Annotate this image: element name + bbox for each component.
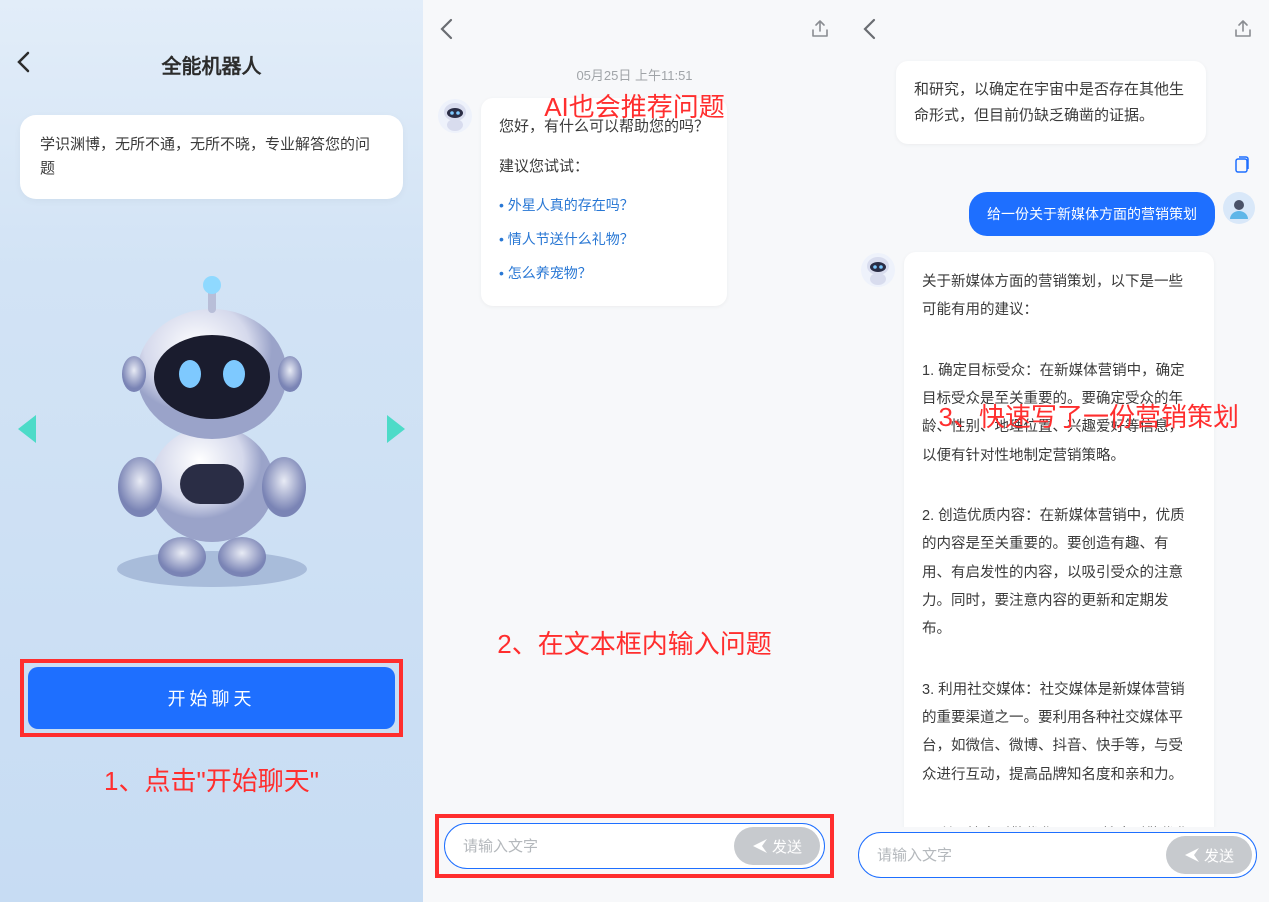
- robot-carousel: [0, 239, 423, 619]
- carousel-next[interactable]: [387, 415, 405, 443]
- suggestion-link[interactable]: 外星人真的存在吗？: [499, 189, 709, 223]
- start-button-highlight: 开始聊天: [20, 659, 403, 737]
- reply-item: 3. 利用社交媒体：社交媒体是新媒体营销的重要渠道之一。要利用各种社交媒体平台，…: [922, 676, 1196, 789]
- suggestion-link[interactable]: 情人节送什么礼物？: [499, 223, 709, 257]
- send-icon: [752, 838, 768, 854]
- intro-bubble: 学识渊博，无所不通，无所不晓，专业解答您的问题: [20, 115, 403, 199]
- back-button[interactable]: [862, 18, 876, 45]
- annotation-suggestions: AI也会推荐问题: [423, 75, 846, 136]
- send-button[interactable]: 发送: [734, 827, 820, 865]
- bot-bubble: 和研究，以确定在宇宙中是否存在其他生命形式，但目前仍缺乏确凿的证据。: [896, 61, 1206, 144]
- input-wrap: 发送: [858, 832, 1257, 878]
- message-input[interactable]: [463, 838, 734, 855]
- robot-image: [82, 269, 342, 589]
- chat-conversation-panel: 和研究，以确定在宇宙中是否存在其他生命形式，但目前仍缺乏确凿的证据。 给一份关于…: [846, 0, 1269, 902]
- bot-message-row: 关于新媒体方面的营销策划，以下是一些可能有用的建议： 1. 确定目标受众：在新媒…: [846, 246, 1269, 827]
- suggest-title: 建议您试试：: [499, 154, 709, 180]
- user-avatar-icon: [1223, 192, 1255, 224]
- send-icon: [1184, 847, 1200, 863]
- annotation-step3: 3、快速写了一份营销策划: [919, 385, 1259, 446]
- bot-avatar-icon: [860, 252, 896, 288]
- message-input[interactable]: [877, 847, 1166, 864]
- back-button[interactable]: [16, 51, 30, 78]
- suggestion-link[interactable]: 怎么养宠物？: [499, 257, 709, 291]
- input-bar: 发送: [444, 823, 825, 869]
- back-button[interactable]: [439, 18, 453, 45]
- page-title: 全能机器人: [162, 50, 262, 79]
- user-bubble: 给一份关于新媒体方面的营销策划: [969, 192, 1215, 236]
- share-icon[interactable]: [810, 19, 830, 44]
- bot-bubble: 关于新媒体方面的营销策划，以下是一些可能有用的建议： 1. 确定目标受众：在新媒…: [904, 252, 1214, 827]
- reply-item: 2. 创造优质内容：在新媒体营销中，优质的内容是至关重要的。要创造有趣、有用、有…: [922, 502, 1196, 643]
- reply-intro: 关于新媒体方面的营销策划，以下是一些可能有用的建议：: [922, 268, 1196, 325]
- send-button[interactable]: 发送: [1166, 836, 1252, 874]
- input-bar: 发送: [858, 832, 1257, 878]
- reply-item: 4. 利用搜索引擎优化 (SEO):搜索引擎优化是提高网站排名和搜索引擎流量的重…: [922, 821, 1196, 827]
- annotation-step1: 1、点击"开始聊天": [0, 749, 423, 810]
- input-highlight: 发送: [435, 814, 834, 878]
- share-icon[interactable]: [1233, 19, 1253, 44]
- user-message-row: 给一份关于新媒体方面的营销策划: [846, 182, 1269, 246]
- annotation-step2: 2、在文本框内输入问题: [423, 612, 846, 673]
- intro-panel: 全能机器人 学识渊博，无所不通，无所不晓，专业解答您的问题: [0, 0, 423, 902]
- start-chat-button[interactable]: 开始聊天: [28, 667, 395, 729]
- chat-empty-panel: 05月25日 上午11:51 AI也会推荐问题 您好，有什么可以帮助您的吗？ 建…: [423, 0, 846, 902]
- carousel-prev[interactable]: [18, 415, 36, 443]
- copy-icon[interactable]: [1231, 154, 1251, 174]
